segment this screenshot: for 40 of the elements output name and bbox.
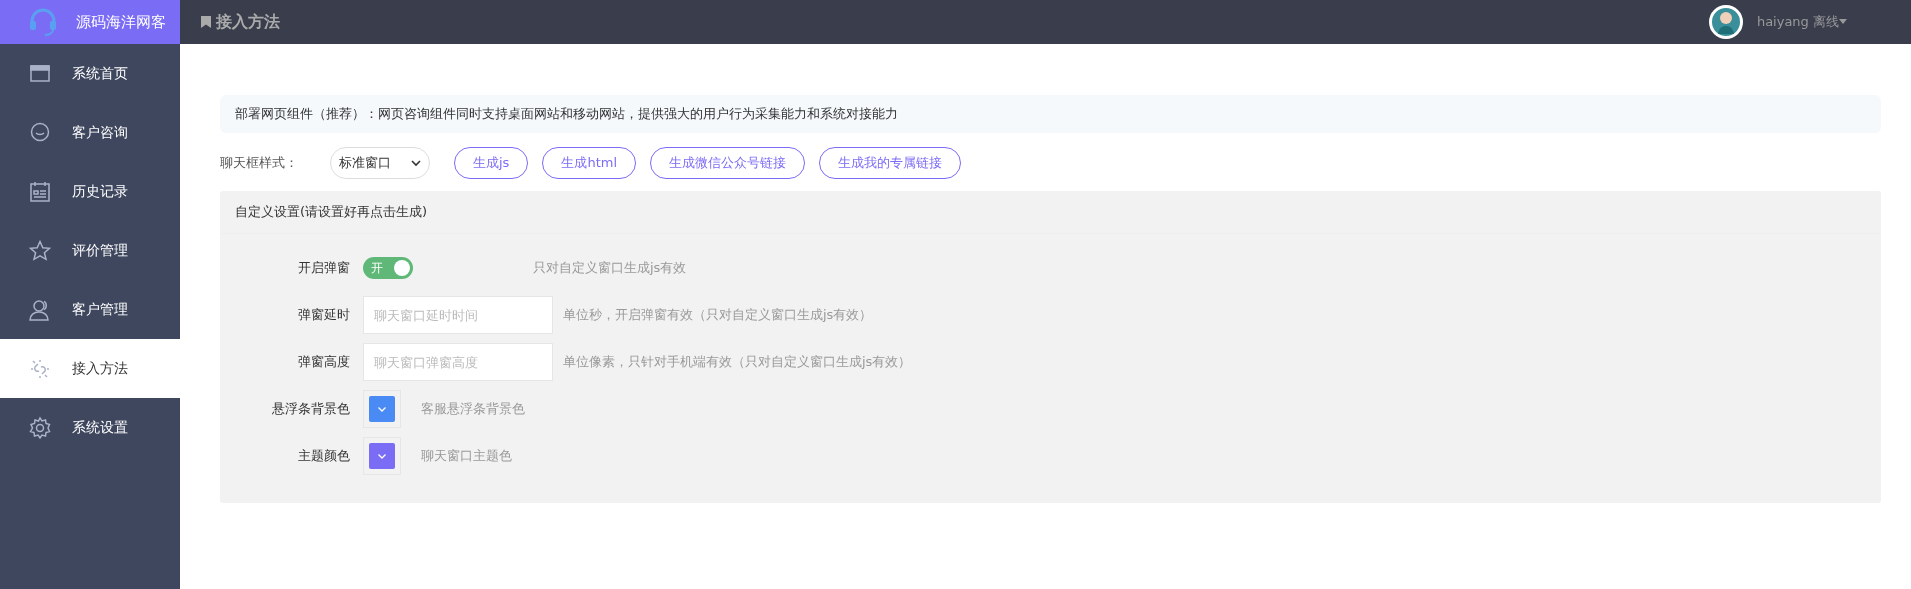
caret-icon [1839, 19, 1847, 25]
generate-button[interactable]: 生成微信公众号链接 [650, 147, 805, 179]
sidebar-item[interactable]: 系统设置 [0, 398, 180, 457]
user-menu[interactable]: haiyang 离线 [1756, 13, 1839, 31]
color-picker[interactable] [363, 390, 401, 428]
hint-text: 只对自定义窗口生成js有效 [533, 259, 687, 277]
field-label: 主题颜色 [297, 447, 350, 465]
color-picker[interactable] [363, 437, 401, 475]
sidebar-item[interactable]: 历史记录 [0, 162, 180, 221]
sidebar-item[interactable]: 系统首页 [0, 44, 180, 103]
brand-name: 源码海洋网客 [76, 12, 166, 32]
field-label: 悬浮条背景色 [271, 400, 350, 418]
style-label: 聊天框样式： [220, 154, 299, 172]
sidebar-item[interactable]: 客户咨询 [0, 103, 180, 162]
settings-icon [28, 415, 52, 440]
field-label: 弹窗延时 [297, 306, 350, 324]
headset-icon [28, 7, 58, 37]
notice-text: 部署网页组件（推荐）：网页咨询组件同时支持桌面网站和移动网站，提供强大的用户行为采集能力和系统对接能力 [220, 95, 1881, 133]
chevron-down-icon [411, 159, 421, 167]
field-label: 弹窗高度 [297, 353, 350, 371]
star-icon [28, 238, 52, 263]
user-icon [28, 297, 52, 322]
panel-title: 自定义设置(请设置好再点击生成) [220, 191, 1881, 234]
hint-text: 聊天窗口主题色 [421, 447, 512, 465]
bookmark-icon [200, 15, 212, 29]
generate-button[interactable]: 生成我的专属链接 [819, 147, 961, 179]
sidebar-item[interactable]: 客户管理 [0, 280, 180, 339]
hint-text: 客服悬浮条背景色 [421, 400, 525, 418]
calendar-icon [28, 179, 52, 204]
page-title: 接入方法 [216, 11, 280, 33]
input-field[interactable]: 聊天窗口延时时间 [363, 296, 553, 334]
hint-text: 单位秒，开启弹窗有效（只对自定义窗口生成js有效） [563, 306, 873, 324]
avatar[interactable] [1708, 5, 1743, 39]
generate-button[interactable]: 生成html [542, 147, 636, 179]
field-label: 开启弹窗 [297, 259, 350, 277]
generate-button[interactable]: 生成js [454, 147, 529, 179]
hint-text: 单位像素，只针对手机端有效（只对自定义窗口生成js有效） [563, 353, 912, 371]
input-field[interactable]: 聊天窗口弹窗高度 [363, 343, 553, 381]
sidebar-item[interactable]: 接入方法 [0, 339, 180, 398]
sidebar-item[interactable]: 评价管理 [0, 221, 180, 280]
